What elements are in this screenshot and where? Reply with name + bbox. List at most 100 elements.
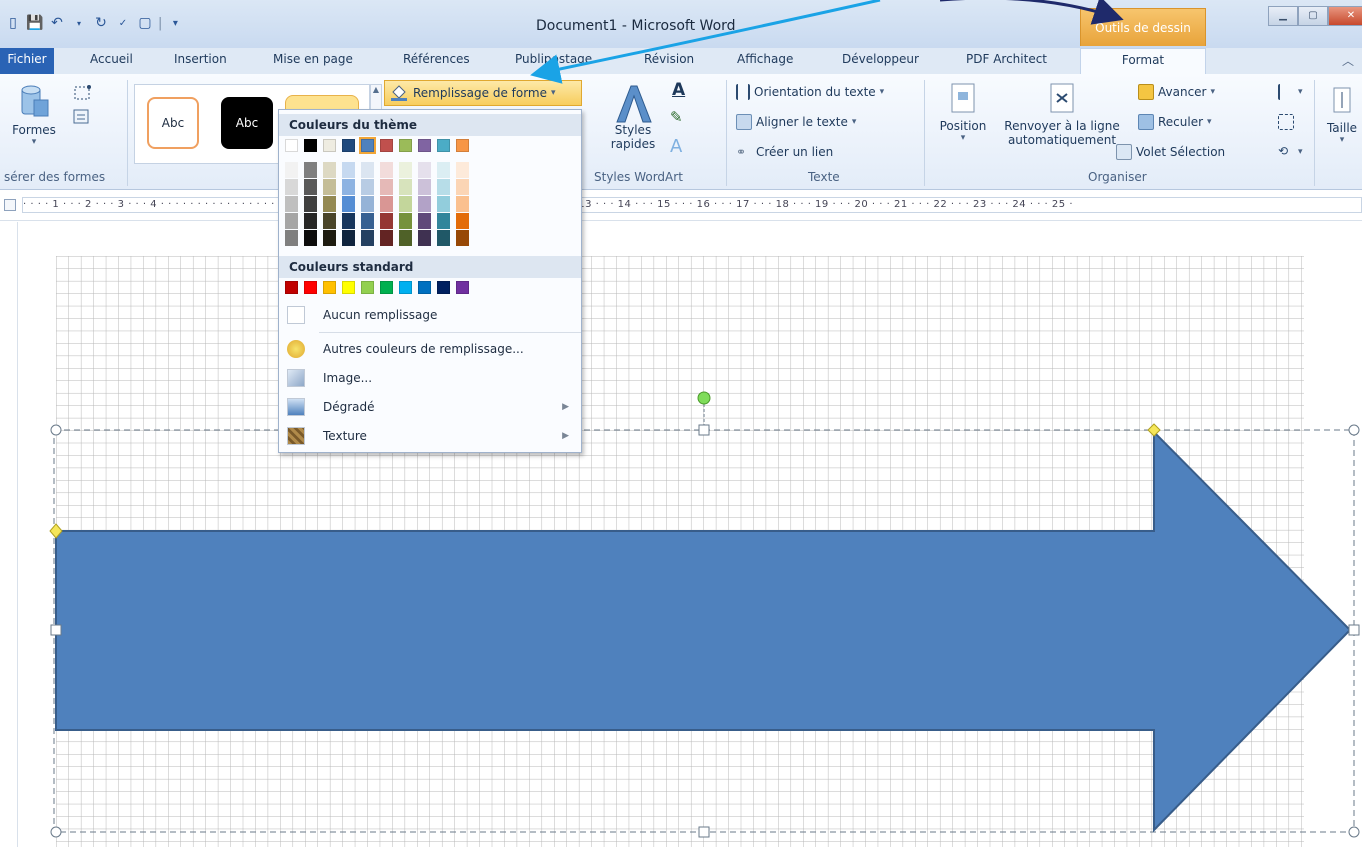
standard-color-swatch[interactable]: [380, 281, 393, 294]
tab-affichage[interactable]: Affichage: [737, 52, 793, 66]
theme-color-swatch[interactable]: [285, 139, 298, 152]
tab-insertion[interactable]: Insertion: [174, 52, 227, 66]
theme-shade-swatch[interactable]: [418, 162, 431, 178]
theme-shade-swatch[interactable]: [418, 213, 431, 229]
texture-fill-item[interactable]: Texture ▶: [279, 423, 581, 449]
tab-fichier[interactable]: Fichier: [0, 48, 54, 74]
picture-fill-item[interactable]: Image...: [279, 365, 581, 391]
new-doc-icon[interactable]: ▢: [136, 14, 154, 32]
standard-color-swatch[interactable]: [418, 281, 431, 294]
align-objects-button[interactable]: ▾: [1278, 84, 1303, 100]
resize-handle-top-left[interactable]: [50, 424, 62, 436]
save-icon[interactable]: 💾: [26, 14, 44, 32]
text-outline-icon[interactable]: ✎: [670, 108, 683, 126]
minimize-button[interactable]: ▁: [1268, 6, 1298, 26]
style-sample-black[interactable]: Abc: [221, 97, 273, 149]
standard-color-swatch[interactable]: [437, 281, 450, 294]
tab-accueil[interactable]: Accueil: [90, 52, 133, 66]
rotate-button[interactable]: ⟲ ▾: [1278, 144, 1303, 160]
theme-shade-swatch[interactable]: [380, 196, 393, 212]
theme-shade-swatch[interactable]: [285, 230, 298, 246]
theme-shade-swatch[interactable]: [380, 213, 393, 229]
align-text-button[interactable]: Aligner le texte ▾: [736, 114, 856, 130]
redo-icon[interactable]: ↻: [92, 14, 110, 32]
theme-shade-swatch[interactable]: [285, 179, 298, 195]
edit-shape-icon[interactable]: [72, 82, 96, 104]
theme-shade-swatch[interactable]: [285, 196, 298, 212]
theme-shade-swatch[interactable]: [380, 179, 393, 195]
spellcheck-icon[interactable]: ✓: [114, 14, 132, 32]
theme-shade-swatch[interactable]: [304, 179, 317, 195]
theme-shade-swatch[interactable]: [323, 196, 336, 212]
gradient-fill-item[interactable]: Dégradé ▶: [279, 394, 581, 420]
shape-fill-button[interactable]: Remplissage de forme ▾: [384, 80, 582, 106]
theme-color-swatch[interactable]: [323, 139, 336, 152]
theme-shade-swatch[interactable]: [285, 162, 298, 178]
context-tab-drawing-tools[interactable]: Outils de dessin: [1080, 8, 1206, 46]
theme-shade-swatch[interactable]: [418, 179, 431, 195]
document-canvas[interactable]: [18, 222, 1362, 847]
theme-shade-swatch[interactable]: [437, 162, 450, 178]
wrap-text-button[interactable]: Renvoyer à la ligne automatiquement: [996, 82, 1128, 147]
theme-shade-swatch[interactable]: [285, 213, 298, 229]
create-link-button[interactable]: ⚭ Créer un lien: [736, 144, 833, 160]
theme-shade-swatch[interactable]: [380, 230, 393, 246]
no-fill-item[interactable]: Aucun remplissage: [279, 302, 581, 328]
standard-color-swatch[interactable]: [456, 281, 469, 294]
theme-shade-swatch[interactable]: [361, 213, 374, 229]
standard-color-swatch[interactable]: [304, 281, 317, 294]
customize-icon[interactable]: ▾: [166, 14, 184, 32]
theme-shade-swatch[interactable]: [342, 179, 355, 195]
resize-handle-top[interactable]: [698, 424, 710, 436]
standard-color-swatch[interactable]: [361, 281, 374, 294]
theme-shade-swatch[interactable]: [361, 196, 374, 212]
theme-shade-swatch[interactable]: [323, 230, 336, 246]
rotation-handle[interactable]: [697, 391, 711, 405]
theme-color-swatch[interactable]: [399, 139, 412, 152]
tab-references[interactable]: Références: [403, 52, 470, 66]
shapes-button[interactable]: Formes ▾: [6, 82, 62, 147]
theme-color-swatch[interactable]: [437, 139, 450, 152]
theme-shade-swatch[interactable]: [399, 230, 412, 246]
quick-styles-button[interactable]: Styles rapides: [598, 82, 668, 151]
theme-shade-swatch[interactable]: [304, 196, 317, 212]
theme-shade-swatch[interactable]: [342, 196, 355, 212]
theme-shade-swatch[interactable]: [437, 230, 450, 246]
theme-color-swatch[interactable]: [456, 139, 469, 152]
dropdown-arrow-icon[interactable]: ▾: [70, 14, 88, 32]
theme-shade-swatch[interactable]: [342, 162, 355, 178]
resize-handle-bottom-left[interactable]: [50, 826, 62, 838]
theme-shade-swatch[interactable]: [361, 230, 374, 246]
theme-shade-swatch[interactable]: [399, 196, 412, 212]
tab-revision[interactable]: Révision: [644, 52, 694, 66]
close-button[interactable]: ✕: [1328, 6, 1362, 26]
theme-shade-swatch[interactable]: [456, 196, 469, 212]
theme-shade-swatch[interactable]: [342, 213, 355, 229]
style-sample-orange[interactable]: Abc: [147, 97, 199, 149]
theme-shade-swatch[interactable]: [437, 213, 450, 229]
theme-shade-swatch[interactable]: [380, 162, 393, 178]
theme-color-swatch[interactable]: [418, 139, 431, 152]
standard-color-swatch[interactable]: [323, 281, 336, 294]
standard-color-swatch[interactable]: [399, 281, 412, 294]
theme-shade-swatch[interactable]: [361, 162, 374, 178]
word-icon[interactable]: ▯: [4, 14, 22, 32]
theme-shade-swatch[interactable]: [437, 179, 450, 195]
tab-format[interactable]: Format: [1080, 48, 1206, 76]
tab-developpeur[interactable]: Développeur: [842, 52, 919, 66]
ruler-scale[interactable]: · · · · 1 · · · 2 · · · 3 · · · 4 · · · …: [22, 197, 1362, 213]
theme-shade-swatch[interactable]: [399, 162, 412, 178]
theme-shade-swatch[interactable]: [304, 162, 317, 178]
standard-color-swatch[interactable]: [285, 281, 298, 294]
theme-shade-swatch[interactable]: [456, 230, 469, 246]
theme-shade-swatch[interactable]: [456, 162, 469, 178]
collapse-ribbon-icon[interactable]: ︿: [1342, 52, 1354, 69]
more-fill-colors-item[interactable]: Autres couleurs de remplissage...: [279, 336, 581, 362]
size-button[interactable]: Taille ▾: [1322, 82, 1362, 145]
theme-shade-swatch[interactable]: [342, 230, 355, 246]
group-objects-button[interactable]: [1278, 114, 1294, 130]
text-box-icon[interactable]: [72, 108, 92, 126]
vertical-ruler[interactable]: [0, 222, 18, 847]
tab-pdf-architect[interactable]: PDF Architect: [966, 52, 1047, 66]
text-effects-icon[interactable]: A: [670, 136, 682, 157]
